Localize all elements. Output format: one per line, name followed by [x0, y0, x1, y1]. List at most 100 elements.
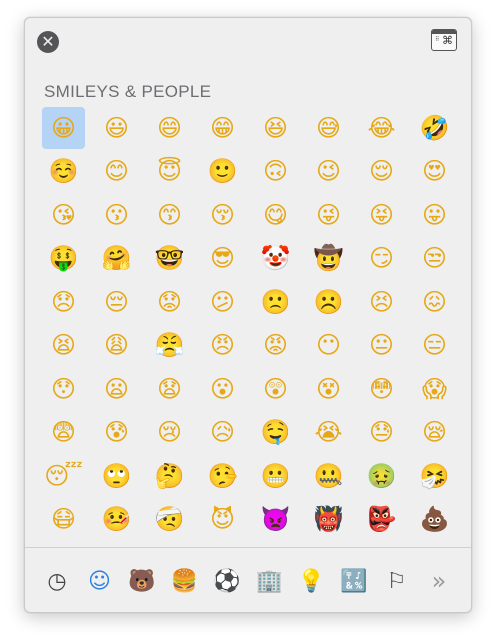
category-objects-icon[interactable]: 💡 [298, 567, 326, 595]
emoji-cell[interactable]: 😯 [37, 367, 90, 411]
emoji-cell[interactable]: 🤓 [143, 237, 196, 281]
emoji-cell[interactable]: 😇 [143, 150, 196, 194]
category-food-drink-icon[interactable]: 🍔 [170, 567, 198, 595]
emoji-grid-viewport[interactable]: 😀 😃 😄 😁 😆 😅 😂 🤣 ☺️ 😊 😇 🙂 🙃 😉 😌 😍 😘 😗 😙 😚 😋 😜 😝 😛 🤑 🤗 🤓 😎 🤡 🤠 😏 😒 😞 😔 😟 😕 🙁 ☹️… [37, 106, 461, 546]
emoji-cell[interactable]: 😁 [196, 106, 249, 150]
emoji-cell[interactable]: 😛 [408, 193, 461, 237]
emoji-cell[interactable]: 🙄 [90, 454, 143, 498]
emoji-cell[interactable]: 😐 [355, 324, 408, 368]
emoji-cell[interactable]: 🤗 [90, 237, 143, 281]
emoji-cell[interactable]: ☺️ [37, 150, 90, 194]
emoji-cell[interactable]: 😴 [37, 454, 90, 498]
emoji-cell[interactable]: 🙃 [249, 150, 302, 194]
emoji-cell[interactable]: 🤢 [355, 454, 408, 498]
emoji-cell[interactable]: 😖 [408, 280, 461, 324]
close-button[interactable]: ✕ [37, 31, 59, 53]
emoji-cell[interactable]: 😊 [90, 150, 143, 194]
emoji-cell[interactable]: 🙂 [196, 150, 249, 194]
emoji-cell[interactable]: 😰 [90, 411, 143, 455]
emoji-cell[interactable]: 😶 [302, 324, 355, 368]
category-more-icon[interactable]: » [425, 567, 453, 595]
emoji-cell[interactable]: 👻 [37, 541, 90, 546]
emoji-cell[interactable]: 😀 [42, 107, 85, 149]
emoji-cell[interactable]: 😙 [143, 193, 196, 237]
emoji-cell[interactable]: 🙁 [249, 280, 302, 324]
emoji-cell[interactable]: 😣 [355, 280, 408, 324]
emoji-cell[interactable]: 🤕 [143, 498, 196, 542]
emoji-cell[interactable]: 😔 [90, 280, 143, 324]
emoji-cell[interactable]: 😅 [302, 106, 355, 150]
emoji-cell[interactable]: 💀 [90, 541, 143, 546]
emoji-cell[interactable]: 😏 [355, 237, 408, 281]
emoji-cell[interactable]: 😷 [37, 498, 90, 542]
emoji-cell[interactable]: 😃 [90, 106, 143, 150]
emoji-cell[interactable]: 😒 [408, 237, 461, 281]
category-activity-icon[interactable]: ⚽ [213, 567, 241, 595]
category-animals-nature-icon[interactable]: 🐻 [128, 567, 156, 595]
emoji-cell[interactable]: 👺 [355, 498, 408, 542]
emoji-cell[interactable]: 👿 [249, 498, 302, 542]
emoji-cell[interactable]: 😚 [196, 193, 249, 237]
emoji-cell[interactable]: 😍 [408, 150, 461, 194]
emoji-cell[interactable]: 😝 [355, 193, 408, 237]
category-flags-icon[interactable]: ⚐ [383, 567, 411, 595]
emoji-cell[interactable]: 🤤 [249, 411, 302, 455]
emoji-cell[interactable]: 😪 [408, 411, 461, 455]
emoji-cell[interactable]: 😮 [196, 367, 249, 411]
emoji-cell[interactable]: 😆 [249, 106, 302, 150]
emoji-cell[interactable]: 😟 [143, 280, 196, 324]
emoji-cell[interactable]: 😕 [196, 280, 249, 324]
category-symbols-icon[interactable]: 🔣 [340, 567, 368, 595]
emoji-cell[interactable]: 🤧 [408, 454, 461, 498]
emoji-cell[interactable]: 😎 [196, 237, 249, 281]
emoji-cell[interactable]: 😩 [90, 324, 143, 368]
emoji-cell[interactable]: 😲 [249, 367, 302, 411]
emoji-cell[interactable]: 😬 [249, 454, 302, 498]
emoji-cell[interactable]: 😑 [408, 324, 461, 368]
emoji-cell[interactable]: 👽 [196, 541, 249, 546]
emoji-cell[interactable]: 🎃 [355, 541, 408, 546]
emoji-cell[interactable]: 😨 [37, 411, 90, 455]
emoji-cell[interactable]: 😗 [90, 193, 143, 237]
emoji-cell[interactable]: 😞 [37, 280, 90, 324]
emoji-cell[interactable]: 😤 [143, 324, 196, 368]
emoji-cell[interactable]: 😡 [249, 324, 302, 368]
emoji-cell[interactable]: 😋 [249, 193, 302, 237]
emoji-cell[interactable]: 😫 [37, 324, 90, 368]
emoji-cell[interactable]: 🤥 [196, 454, 249, 498]
emoji-cell[interactable]: 😠 [196, 324, 249, 368]
emoji-cell[interactable]: 😺 [408, 541, 461, 546]
emoji-cell[interactable]: 😧 [143, 367, 196, 411]
emoji-cell[interactable]: 😥 [196, 411, 249, 455]
emoji-cell[interactable]: 😄 [143, 106, 196, 150]
emoji-cell[interactable]: 😢 [143, 411, 196, 455]
character-viewer-button[interactable]: ⠿ ⌘ [431, 29, 457, 51]
emoji-cell[interactable]: ☠️ [143, 541, 196, 546]
emoji-cell[interactable]: 🤑 [37, 237, 90, 281]
category-smileys-people-icon[interactable]: ☺ [85, 567, 113, 595]
emoji-cell[interactable]: 😉 [302, 150, 355, 194]
emoji-cell[interactable]: 🤡 [249, 237, 302, 281]
emoji-cell[interactable]: ☹️ [302, 280, 355, 324]
emoji-cell[interactable]: 😓 [355, 411, 408, 455]
emoji-cell[interactable]: 😭 [302, 411, 355, 455]
emoji-cell[interactable]: 😵 [302, 367, 355, 411]
emoji-cell[interactable]: 🤠 [302, 237, 355, 281]
category-frequently-used-icon[interactable]: ◷ [43, 567, 71, 595]
emoji-cell[interactable]: 🤔 [143, 454, 196, 498]
emoji-cell[interactable]: 💩 [408, 498, 461, 542]
emoji-cell[interactable]: 😳 [355, 367, 408, 411]
emoji-cell[interactable]: 😂 [355, 106, 408, 150]
emoji-cell[interactable]: 🤣 [408, 106, 461, 150]
emoji-cell[interactable]: 😌 [355, 150, 408, 194]
emoji-cell[interactable]: 😈 [196, 498, 249, 542]
emoji-cell[interactable]: 🤐 [302, 454, 355, 498]
emoji-cell[interactable]: 👾 [249, 541, 302, 546]
emoji-cell[interactable]: 😘 [37, 193, 90, 237]
emoji-cell[interactable]: 🤒 [90, 498, 143, 542]
emoji-cell[interactable]: 🤖 [302, 541, 355, 546]
category-travel-places-icon[interactable]: 🏢 [255, 567, 283, 595]
emoji-cell[interactable]: 😱 [408, 367, 461, 411]
emoji-cell[interactable]: 👹 [302, 498, 355, 542]
emoji-cell[interactable]: 😜 [302, 193, 355, 237]
